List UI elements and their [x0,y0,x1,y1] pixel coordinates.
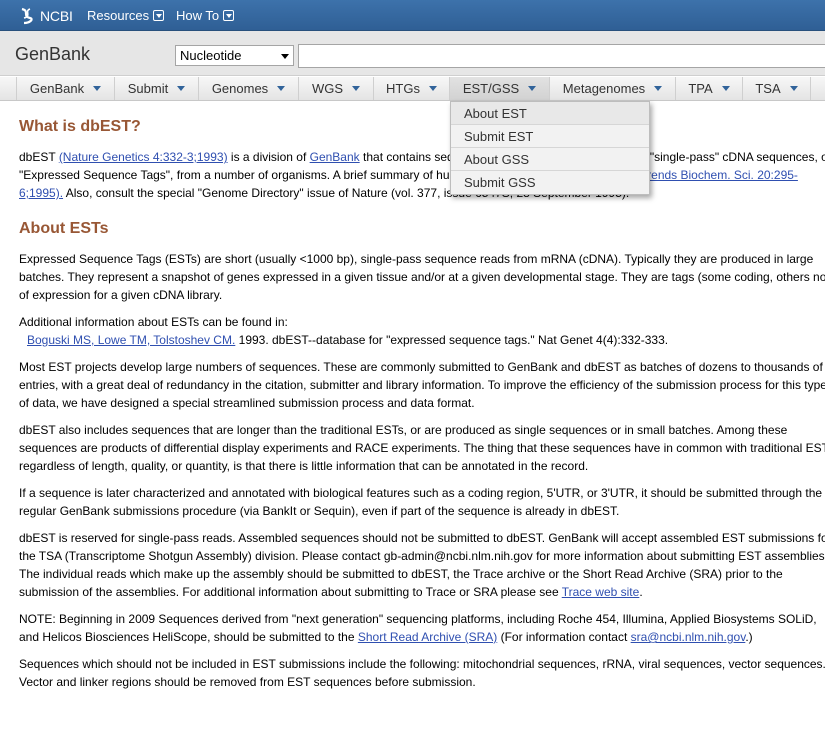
tab-genbank[interactable]: GenBank [16,77,114,100]
excluded-sequences-paragraph: Sequences which should not be included i… [19,657,825,689]
tab-overflow[interactable] [810,77,825,100]
tab-metagenomes[interactable]: Metagenomes [549,77,675,100]
tab-est-gss[interactable]: EST/GSS [449,77,549,100]
genbank-link[interactable]: GenBank [310,150,360,164]
assembled-sequences-paragraph: dbEST is reserved for single-pass reads.… [19,531,825,599]
caret-down-icon [428,86,437,91]
heading-what-is-dbest: What is dbEST? [19,118,141,135]
est-projects-paragraph: Most EST projects develop large numbers … [19,360,825,410]
search-bar: GenBank Nucleotide [0,31,825,76]
caret-down-icon [528,86,537,91]
trace-web-site-link[interactable]: Trace web site [562,585,640,599]
tab-tsa[interactable]: TSA [742,77,810,100]
tab-label: Submit [127,81,169,96]
tab-genomes[interactable]: Genomes [198,77,298,100]
database-title: GenBank [15,44,91,64]
ncbi-header: NCBI Resources How To [0,0,825,31]
chevron-down-icon [153,10,165,21]
dropdown-arrow-icon [281,54,289,59]
resources-menu-label: Resources [87,8,150,23]
caret-down-icon [93,86,102,91]
database-select[interactable]: Nucleotide [175,45,294,66]
dbest-intro-paragraph: dbEST (Nature Genetics 4:332-3;1993) is … [19,150,825,200]
caret-down-icon [789,86,798,91]
caret-down-icon [277,86,286,91]
ests-definition-paragraph: Expressed Sequence Tags (ESTs) are short… [19,252,825,302]
heading-about-ests: About ESTs [19,220,109,237]
menu-item-submit-gss[interactable]: Submit GSS [451,171,649,194]
caret-down-icon [352,86,361,91]
next-generation-note-paragraph: NOTE: Beginning in 2009 Sequences derive… [19,612,817,644]
chevron-down-icon [223,10,235,21]
tab-label: GenBank [29,81,85,96]
ncbi-logo-icon [21,7,33,25]
tab-htgs[interactable]: HTGs [373,77,449,100]
tab-label: Genomes [211,81,269,96]
additional-info-label: Additional information about ESTs can be… [19,315,288,329]
main-content: What is dbEST? dbEST (Nature Genetics 4:… [19,118,825,700]
search-input[interactable] [298,44,825,68]
caret-down-icon [177,86,186,91]
tab-submit[interactable]: Submit [114,77,198,100]
boguski-reference-link[interactable]: Boguski MS, Lowe TM, Tolstoshev CM. [27,333,235,347]
tab-label: Metagenomes [562,81,646,96]
dbest-longer-sequences-paragraph: dbEST also includes sequences that are l… [19,423,825,473]
caret-down-icon [654,86,663,91]
caret-down-icon [721,86,730,91]
how-to-menu-label: How To [176,8,220,23]
tab-label: TSA [755,81,781,96]
sra-email-link[interactable]: sra@ncbi.nlm.nih.gov [631,630,746,644]
ncbi-logo-text: NCBI [40,8,73,24]
characterized-sequence-paragraph: If a sequence is later characterized and… [19,486,823,518]
menu-item-submit-est[interactable]: Submit EST [451,125,649,148]
tab-label: TPA [688,81,713,96]
tab-label: HTGs [386,81,420,96]
tab-tpa[interactable]: TPA [675,77,742,100]
reference-citation: Boguski MS, Lowe TM, Tolstoshev CM. 1993… [27,333,669,347]
tab-label: EST/GSS [462,81,520,96]
ncbi-logo[interactable]: NCBI [18,6,73,26]
menu-item-about-est[interactable]: About EST [451,102,649,125]
how-to-menu[interactable]: How To [176,8,235,23]
tab-label: WGS [311,81,344,96]
est-gss-dropdown: About EST Submit EST About GSS Submit GS… [450,101,650,195]
sra-link[interactable]: Short Read Archive (SRA) [358,630,497,644]
resources-menu[interactable]: Resources [87,8,165,23]
database-select-value: Nucleotide [180,48,242,63]
nature-genetics-link[interactable]: (Nature Genetics 4:332-3;1993) [59,150,228,164]
nav-bar: GenBank Submit Genomes WGS HTGs EST/GSS … [0,77,825,101]
tab-wgs[interactable]: WGS [298,77,373,100]
menu-item-about-gss[interactable]: About GSS [451,148,649,171]
